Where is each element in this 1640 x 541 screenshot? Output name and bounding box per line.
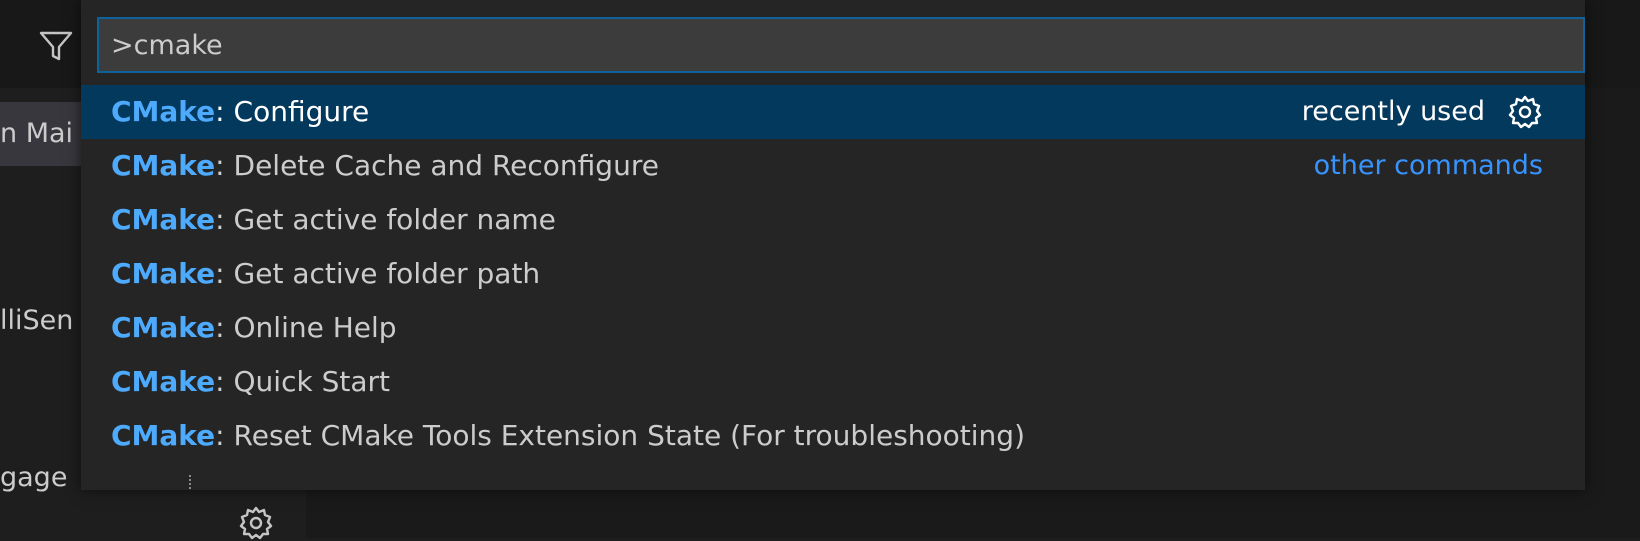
command-meta: other commands	[1314, 139, 1543, 193]
command-separator: :	[215, 257, 234, 290]
filter-button[interactable]	[36, 26, 76, 66]
command-item-configure[interactable]: CMake: Configure recently used	[81, 85, 1585, 139]
gear-icon[interactable]	[238, 505, 274, 541]
sidebar-item[interactable]: lliSen	[0, 305, 82, 336]
command-separator: :	[215, 365, 234, 398]
command-label: Get active folder path	[233, 257, 541, 290]
command-separator: :	[215, 311, 234, 344]
command-label: Reset CMake Tools Extension State (For t…	[233, 419, 1025, 452]
command-palette: CMake: Configure recently used CMake: De…	[81, 0, 1585, 490]
command-meta: recently used	[1302, 85, 1543, 139]
command-label: Delete Cache and Reconfigure	[233, 149, 659, 182]
other-commands-label: other commands	[1313, 150, 1543, 181]
command-item-get-folder-name[interactable]: CMake: Get active folder name	[81, 193, 1585, 247]
sidebar-item-label: lliSen	[0, 305, 74, 336]
gear-icon[interactable]	[1507, 94, 1543, 130]
command-category: CMake	[111, 95, 216, 128]
list-overflow-hint	[189, 475, 199, 489]
command-item-quick-start[interactable]: CMake: Quick Start	[81, 355, 1585, 409]
sidebar-item[interactable]: gage	[0, 462, 82, 493]
command-label: Online Help	[233, 311, 397, 344]
command-separator: :	[215, 95, 234, 128]
command-label: Get active folder name	[233, 203, 556, 236]
recently-used-label: recently used	[1301, 96, 1485, 127]
command-item-reset-state[interactable]: CMake: Reset CMake Tools Extension State…	[81, 409, 1585, 463]
command-label: Quick Start	[233, 365, 390, 398]
command-palette-input[interactable]	[99, 19, 1583, 71]
command-category: CMake	[111, 419, 216, 452]
command-category: CMake	[111, 203, 216, 236]
command-label: Configure	[233, 95, 370, 128]
sidebar-item-label: n Mai	[0, 118, 74, 149]
command-category: CMake	[111, 365, 216, 398]
command-category: CMake	[111, 311, 216, 344]
command-list: CMake: Configure recently used CMake: De…	[81, 85, 1585, 463]
command-item-online-help[interactable]: CMake: Online Help	[81, 301, 1585, 355]
command-item-delete-cache[interactable]: CMake: Delete Cache and Reconfigure othe…	[81, 139, 1585, 193]
sidebar-item-label: gage	[0, 462, 68, 493]
command-separator: :	[215, 203, 234, 236]
command-separator: :	[215, 419, 234, 452]
command-item-get-folder-path[interactable]: CMake: Get active folder path	[81, 247, 1585, 301]
sidebar-item-active[interactable]: n Mai	[0, 102, 82, 166]
command-separator: :	[215, 149, 234, 182]
command-category: CMake	[111, 257, 216, 290]
command-category: CMake	[111, 149, 216, 182]
command-palette-input-box	[97, 17, 1585, 73]
filter-icon	[39, 31, 73, 61]
